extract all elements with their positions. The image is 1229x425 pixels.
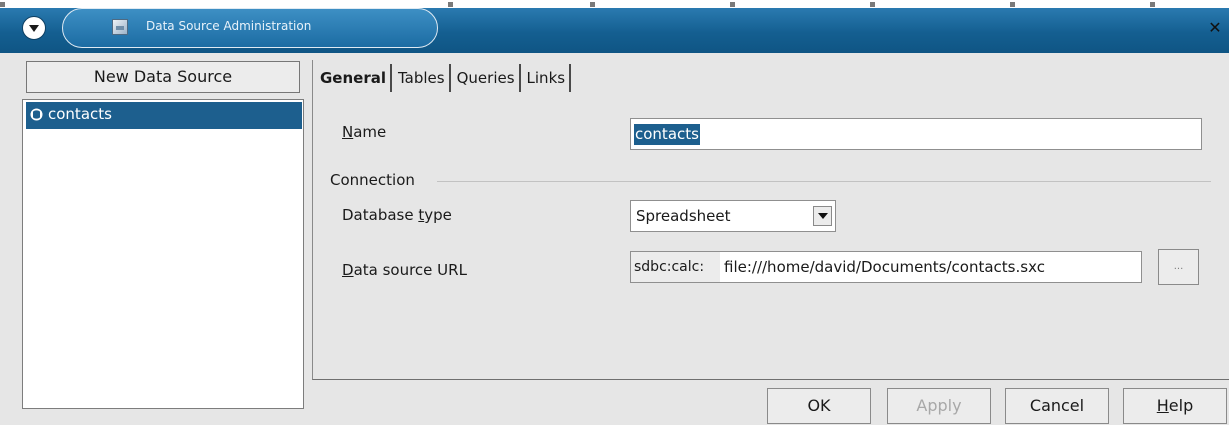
ok-button[interactable]: OK — [767, 388, 871, 424]
cancel-button[interactable]: Cancel — [1005, 388, 1109, 424]
data-source-url-field[interactable]: file:///home/david/Documents/contacts.sx… — [720, 251, 1142, 283]
new-data-source-button[interactable]: New Data Source — [26, 61, 300, 93]
database-type-value: Spreadsheet — [636, 207, 731, 225]
help-button[interactable]: Help — [1123, 388, 1227, 424]
database-type-select[interactable]: Spreadsheet — [630, 200, 836, 232]
window-title: Data Source Administration — [146, 19, 312, 33]
url-prefix: sdbc:calc: — [630, 251, 720, 283]
name-field-value: contacts — [634, 124, 700, 145]
tab-bar: General Tables Queries Links — [316, 64, 573, 94]
title-bar[interactable]: Data Source Administration ✕ — [0, 8, 1229, 53]
name-field[interactable]: contacts — [630, 118, 1202, 150]
ruler-tick — [1150, 2, 1155, 7]
apply-button[interactable]: Apply — [887, 388, 991, 424]
name-label-mnemonic: N — [342, 123, 354, 141]
close-icon[interactable]: ✕ — [1207, 20, 1223, 36]
tab-tables[interactable]: Tables — [394, 64, 451, 92]
window-menu-icon[interactable] — [22, 16, 46, 40]
ruler-tick — [870, 2, 875, 7]
database-type-label: Database type — [342, 206, 452, 224]
ruler-tick — [448, 2, 453, 7]
data-source-url-label-rest: ata source URL — [353, 261, 467, 279]
data-source-icon — [112, 19, 128, 35]
list-item-contacts[interactable]: contacts — [26, 102, 302, 129]
data-source-list[interactable]: contacts — [22, 99, 304, 409]
ruler-tick — [590, 2, 595, 7]
help-button-mnemonic: H — [1156, 396, 1169, 415]
ruler-tick — [730, 2, 735, 7]
name-label: Name — [342, 123, 386, 141]
data-source-url-label-mnemonic: D — [342, 261, 354, 279]
data-source-url-label: Data source URL — [342, 261, 467, 279]
tab-links[interactable]: Links — [523, 64, 572, 92]
window-top-edge — [0, 0, 1229, 8]
name-label-rest: ame — [353, 123, 387, 141]
help-button-rest: elp — [1168, 396, 1194, 415]
browse-button[interactable]: ... — [1158, 249, 1199, 285]
tab-general[interactable]: General — [316, 64, 392, 92]
database-type-label-a: Database — [342, 206, 419, 224]
tab-queries[interactable]: Queries — [453, 64, 521, 92]
database-type-label-b: ype — [424, 206, 452, 224]
title-pill: Data Source Administration — [62, 8, 438, 48]
connection-divider — [437, 181, 1211, 182]
ruler-tick — [1010, 2, 1015, 7]
ruler-tick — [0, 2, 5, 7]
database-icon — [30, 108, 43, 121]
connection-group-label: Connection — [330, 171, 415, 189]
list-item-label: contacts — [48, 105, 112, 123]
chevron-down-icon[interactable] — [813, 206, 832, 226]
